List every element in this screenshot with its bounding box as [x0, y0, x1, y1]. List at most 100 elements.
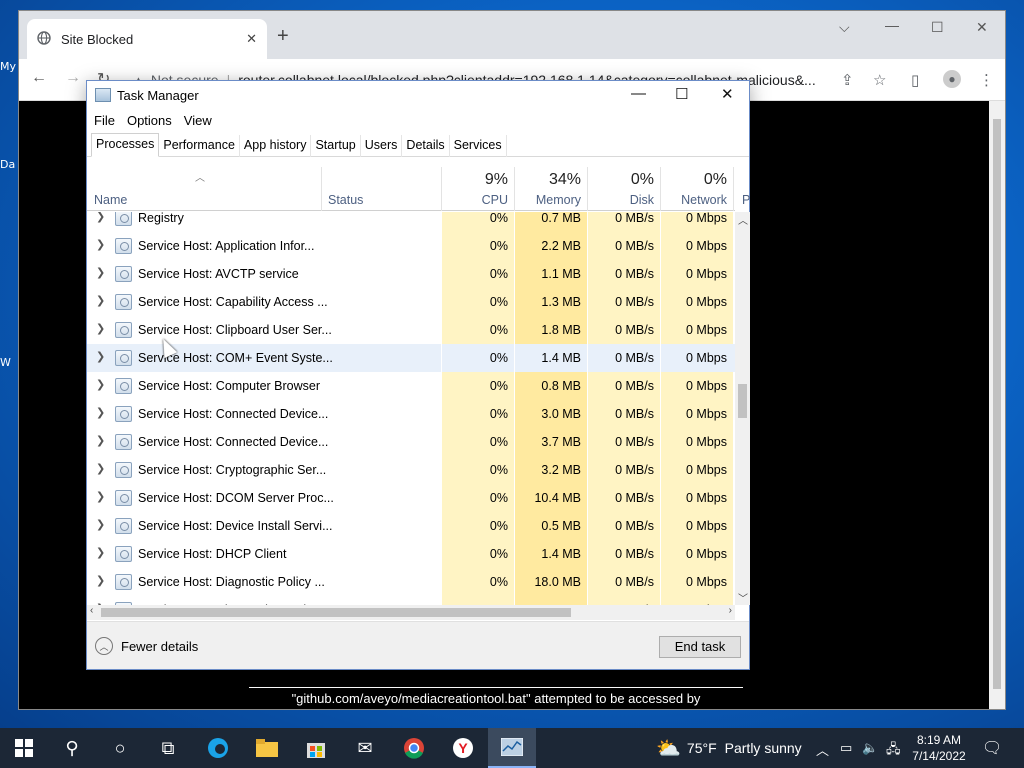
- scroll-right-icon[interactable]: ›: [729, 605, 732, 616]
- process-name: Service Host: Application Infor...: [138, 239, 315, 253]
- sidebar-icon[interactable]: ▯: [911, 71, 919, 89]
- tab-startup[interactable]: Startup: [311, 135, 361, 157]
- scrollbar-thumb[interactable]: [993, 119, 1001, 689]
- maximize-icon[interactable]: ☐: [931, 19, 944, 36]
- table-row[interactable]: ❯ Service Host: DHCP Client 0% 1.4 MB 0 MB/s…: [87, 540, 735, 568]
- tab-users[interactable]: Users: [361, 135, 403, 157]
- horizontal-scrollbar[interactable]: ‹ ›: [87, 605, 735, 620]
- table-row[interactable]: ❯ Service Host: Connected Device... 0% 3.7 …: [87, 428, 735, 456]
- chevron-right-icon[interactable]: ❯: [96, 350, 105, 363]
- chevron-right-icon[interactable]: ❯: [96, 322, 105, 335]
- column-status[interactable]: Status: [321, 167, 441, 211]
- chevron-right-icon[interactable]: ❯: [96, 574, 105, 587]
- minimize-icon[interactable]: —: [885, 17, 899, 33]
- weather-widget[interactable]: ⛅ 75°F Partly sunny: [656, 728, 802, 768]
- task-view-icon[interactable]: ⧉: [144, 728, 192, 768]
- task-manager-taskbar-icon[interactable]: [488, 728, 536, 768]
- back-icon[interactable]: ←: [31, 69, 47, 87]
- service-gear-icon: [115, 574, 132, 590]
- scrollbar-thumb[interactable]: [738, 384, 747, 418]
- scroll-up-icon[interactable]: ︿: [738, 212, 748, 227]
- chevron-right-icon[interactable]: ❯: [96, 378, 105, 391]
- forward-icon[interactable]: →: [65, 69, 81, 87]
- column-network[interactable]: 0% Network: [660, 167, 733, 211]
- new-tab-icon[interactable]: +: [277, 25, 289, 48]
- menu-options[interactable]: Options: [127, 113, 172, 128]
- chevron-right-icon[interactable]: ❯: [96, 434, 105, 447]
- profile-icon[interactable]: ●: [943, 70, 961, 88]
- chrome-icon[interactable]: [390, 728, 438, 768]
- desktop-icon-label[interactable]: My: [0, 60, 16, 73]
- task-manager-titlebar[interactable]: Task Manager — ☐ ✕: [87, 81, 749, 109]
- browser-tab[interactable]: Site Blocked ✕: [27, 19, 267, 59]
- yandex-icon[interactable]: Y: [439, 728, 487, 768]
- chevron-right-icon[interactable]: ❯: [96, 294, 105, 307]
- column-disk[interactable]: 0% Disk: [587, 167, 660, 211]
- chevron-right-icon[interactable]: ❯: [96, 546, 105, 559]
- table-row[interactable]: ❯ Service Host: DCOM Server Proc... 0% 10.4…: [87, 484, 735, 512]
- edge-icon[interactable]: [194, 728, 242, 768]
- table-row[interactable]: ❯ Service Host: Connected Device... 0% 3.0 …: [87, 400, 735, 428]
- chevron-right-icon[interactable]: ❯: [96, 490, 105, 503]
- sort-up-icon: ︿: [195, 173, 205, 184]
- menu-view[interactable]: View: [184, 113, 212, 128]
- table-row[interactable]: ❯ Service Host: Computer Browser 0% 0.8 MB 0…: [87, 372, 735, 400]
- network-icon[interactable]: 🖧: [886, 740, 901, 762]
- speaker-muted-icon[interactable]: 🔈: [862, 740, 878, 756]
- desktop-icon-label[interactable]: Da: [0, 158, 15, 171]
- column-memory[interactable]: 34% Memory: [514, 167, 587, 211]
- table-row[interactable]: ❯Service Host: Diagnostic Service...0%0.…: [87, 596, 735, 605]
- chevron-right-icon[interactable]: ❯: [96, 238, 105, 251]
- chevron-right-icon[interactable]: ❯: [96, 462, 105, 475]
- end-task-button[interactable]: End task: [659, 636, 741, 658]
- tab-services[interactable]: Services: [450, 135, 507, 157]
- vertical-scrollbar[interactable]: ︿ ﹀: [735, 212, 750, 605]
- close-window-icon[interactable]: ✕: [976, 19, 988, 36]
- tab-processes[interactable]: Processes: [91, 133, 160, 157]
- tab-app-history[interactable]: App history: [240, 135, 312, 157]
- scroll-left-icon[interactable]: ‹: [90, 605, 93, 616]
- table-row[interactable]: ❯ Service Host: Diagnostic Policy ... 0% 18…: [87, 568, 735, 596]
- table-row[interactable]: ❯ Service Host: Clipboard User Ser... 0% 1.…: [87, 316, 735, 344]
- maximize-icon[interactable]: ☐: [675, 85, 688, 103]
- scroll-down-icon[interactable]: ﹀: [738, 590, 748, 605]
- column-power[interactable]: P: [733, 167, 750, 211]
- table-row[interactable]: ❯ Service Host: AVCTP service 0% 1.1 MB 0 MB…: [87, 260, 735, 288]
- chevron-right-icon[interactable]: ❯: [96, 406, 105, 419]
- column-cpu[interactable]: 9% CPU: [441, 167, 514, 211]
- table-row[interactable]: ❯ Registry 0% 0.7 MB 0 MB/s 0 Mbps: [87, 212, 735, 232]
- table-row[interactable]: ❯ Service Host: Cryptographic Ser... 0% 3.2…: [87, 456, 735, 484]
- minimize-icon[interactable]: —: [631, 85, 646, 102]
- start-button[interactable]: [0, 728, 48, 768]
- desktop-icon-label[interactable]: W: [0, 356, 11, 369]
- menu-file[interactable]: File: [94, 113, 115, 128]
- chevron-right-icon[interactable]: ❯: [96, 212, 105, 223]
- search-icon[interactable]: ⚲: [48, 728, 96, 768]
- mail-icon[interactable]: ✉: [341, 728, 389, 768]
- menu-icon[interactable]: ⋮: [979, 71, 994, 89]
- tab-performance[interactable]: Performance: [159, 135, 240, 157]
- tab-details[interactable]: Details: [402, 135, 450, 157]
- column-name[interactable]: ︿ Name: [87, 167, 321, 211]
- scrollbar-thumb[interactable]: [101, 608, 571, 617]
- device-icon[interactable]: ▭: [840, 740, 852, 756]
- star-icon[interactable]: ☆: [873, 71, 886, 89]
- fewer-details-button[interactable]: ︿ Fewer details: [95, 637, 198, 655]
- store-icon[interactable]: [292, 728, 340, 768]
- taskbar-clock[interactable]: 8:19 AM 7/14/2022: [905, 732, 973, 764]
- share-icon[interactable]: ⇪: [841, 71, 854, 89]
- table-row[interactable]: ❯ Service Host: COM+ Event Syste... 0% 1.4 …: [87, 344, 735, 372]
- page-scrollbar[interactable]: [989, 101, 1005, 709]
- table-row[interactable]: ❯ Service Host: Capability Access ... 0% 1.…: [87, 288, 735, 316]
- close-icon[interactable]: ✕: [721, 85, 734, 103]
- file-explorer-icon[interactable]: [243, 728, 291, 768]
- notifications-icon[interactable]: 🗨: [982, 738, 1002, 758]
- cortana-icon[interactable]: ○: [96, 728, 144, 768]
- chevron-right-icon[interactable]: ❯: [96, 518, 105, 531]
- chevron-down-icon[interactable]: ⌵: [839, 19, 850, 36]
- chevron-right-icon[interactable]: ❯: [96, 266, 105, 279]
- table-row[interactable]: ❯ Service Host: Device Install Servi... 0%…: [87, 512, 735, 540]
- close-tab-icon[interactable]: ✕: [246, 31, 257, 47]
- chevron-up-icon[interactable]: ︿: [816, 740, 829, 759]
- table-row[interactable]: ❯ Service Host: Application Infor... 0% 2.2…: [87, 232, 735, 260]
